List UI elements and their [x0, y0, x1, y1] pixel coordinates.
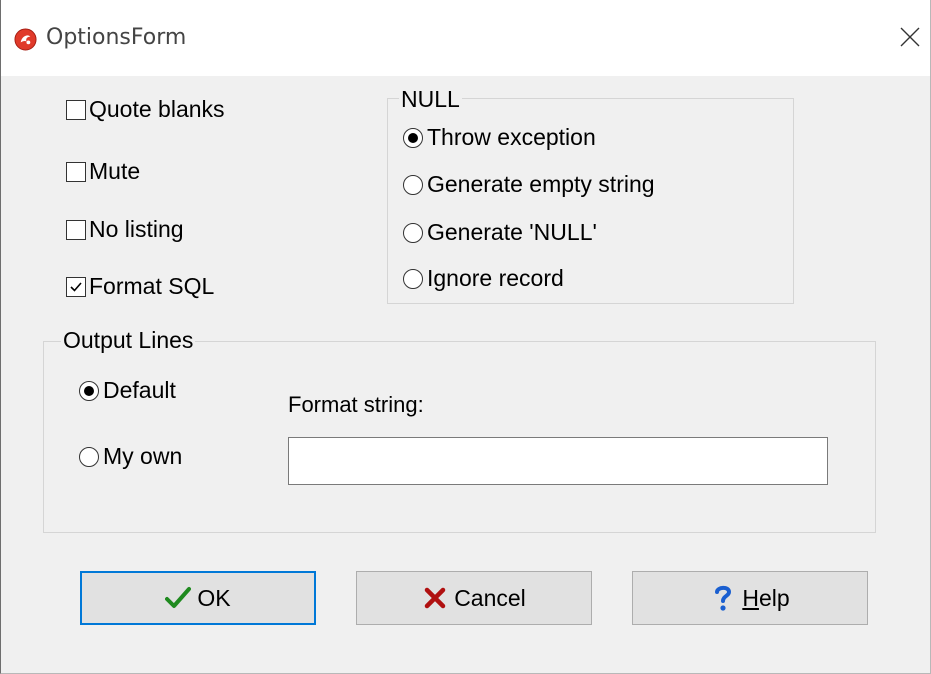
radio-button[interactable] — [79, 380, 99, 401]
help-button[interactable]: Help — [632, 571, 868, 625]
format-string-label: Format string: — [288, 392, 424, 417]
output-my-own-radio[interactable]: My own — [79, 443, 182, 470]
checkbox-box[interactable] — [66, 161, 86, 182]
ok-label: OK — [197, 584, 231, 611]
radio-button[interactable] — [403, 222, 423, 243]
quote-blanks-checkbox[interactable]: Quote blanks — [66, 96, 225, 123]
checkmark-icon — [70, 281, 82, 292]
format-sql-label: Format SQL — [89, 273, 215, 299]
no-listing-label: No listing — [89, 216, 184, 242]
format-string-input[interactable] — [288, 437, 828, 485]
null-option-throw-exception[interactable]: Throw exception — [403, 124, 596, 151]
radio-label: Generate 'NULL' — [427, 219, 597, 245]
format-sql-checkbox[interactable]: Format SQL — [66, 273, 214, 300]
checkmark-icon — [165, 585, 192, 611]
checkbox-box[interactable] — [66, 99, 86, 120]
output-default-radio[interactable]: Default — [79, 377, 176, 404]
output-lines-group-title: Output Lines — [61, 327, 196, 353]
quote-blanks-label: Quote blanks — [89, 96, 225, 122]
radio-button[interactable] — [403, 268, 423, 289]
mute-label: Mute — [89, 158, 141, 184]
radio-button[interactable] — [79, 446, 99, 467]
radio-label: Ignore record — [427, 265, 564, 291]
window-title: OptionsForm — [46, 25, 187, 50]
radio-label: My own — [103, 443, 183, 469]
null-option-empty-string[interactable]: Generate empty string — [403, 171, 655, 198]
cancel-button[interactable]: Cancel — [356, 571, 592, 625]
radio-button[interactable] — [403, 127, 423, 148]
ok-button[interactable]: OK — [80, 571, 316, 625]
null-group-title: NULL — [399, 86, 462, 112]
mute-checkbox[interactable]: Mute — [66, 158, 140, 185]
cancel-label: Cancel — [454, 584, 526, 611]
title-bar[interactable]: OptionsForm — [1, 0, 930, 76]
options-dialog: OptionsForm Quote blanks Mute No listing — [0, 0, 931, 674]
null-option-ignore-record[interactable]: Ignore record — [403, 265, 564, 292]
no-listing-checkbox[interactable]: No listing — [66, 216, 184, 243]
checkbox-box[interactable] — [66, 219, 86, 240]
radio-label: Generate empty string — [427, 171, 655, 197]
null-option-generate-null[interactable]: Generate 'NULL' — [403, 219, 597, 246]
radio-button[interactable] — [403, 174, 423, 195]
close-icon — [900, 27, 920, 47]
radio-label: Throw exception — [427, 124, 596, 150]
question-icon — [710, 585, 736, 611]
checkbox-box[interactable] — [66, 276, 86, 297]
x-icon — [422, 585, 448, 611]
app-logo-icon — [14, 28, 37, 51]
dialog-client-area: Quote blanks Mute No listing Format SQL … — [1, 76, 930, 673]
radio-label: Default — [103, 377, 176, 403]
help-label: Help — [742, 584, 790, 611]
close-button[interactable] — [890, 14, 930, 60]
